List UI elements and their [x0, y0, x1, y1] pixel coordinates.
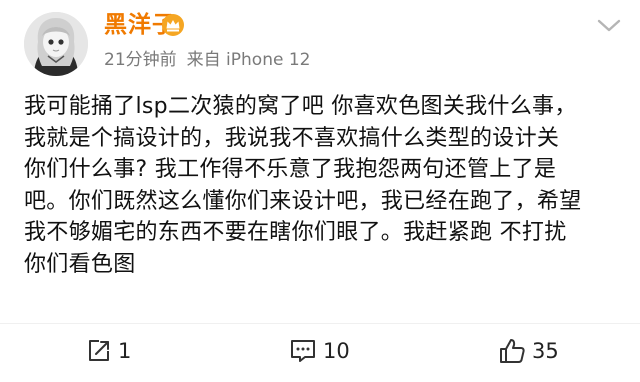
like-button[interactable]: 35	[498, 336, 559, 366]
post-source: 来自 iPhone 12	[186, 50, 311, 70]
comment-count: 10	[323, 339, 350, 363]
thumbs-up-icon	[500, 339, 525, 363]
avatar[interactable]	[24, 12, 88, 76]
post-line: 吧。你们既然这么懂你们来设计吧，我已经在跑了，希望	[24, 188, 582, 214]
chevron-down-icon[interactable]	[596, 17, 622, 35]
post-line: 你们看色图	[24, 251, 136, 277]
post-line: 我就是个搞设计的，我说我不喜欢搞什么类型的设计关	[24, 125, 560, 151]
post-line: 你们什么事? 我工作得不乐意了我抱怨两句还管上了是	[24, 157, 557, 182]
post-time: 21分钟前	[104, 50, 177, 70]
comment-button[interactable]: 10	[289, 336, 350, 366]
crown-badge-icon	[162, 14, 184, 36]
like-count: 35	[532, 339, 559, 363]
post-meta: 21分钟前 来自 iPhone 12	[104, 49, 310, 71]
repost-count: 1	[118, 339, 132, 363]
post-line: 我可能捅了lsp二次猿的窝了吧 你喜欢色图关我什么事，	[24, 94, 577, 119]
weibo-post: 黑洋子 21分钟前 来自 iPhone 12 我可能捅了lsp二次猿的窝了吧 你喜…	[0, 0, 640, 382]
post-content: 我可能捅了lsp二次猿的窝了吧 你喜欢色图关我什么事， 我就是个搞设计的，我说我…	[24, 91, 624, 280]
repost-button[interactable]: 1	[86, 336, 131, 366]
comment-icon	[291, 340, 315, 362]
post-line: 我不够媚宅的东西不要在瞎你们眼了。我赶紧跑 不打扰	[24, 220, 567, 245]
divider	[0, 323, 640, 324]
repost-icon	[89, 340, 109, 361]
